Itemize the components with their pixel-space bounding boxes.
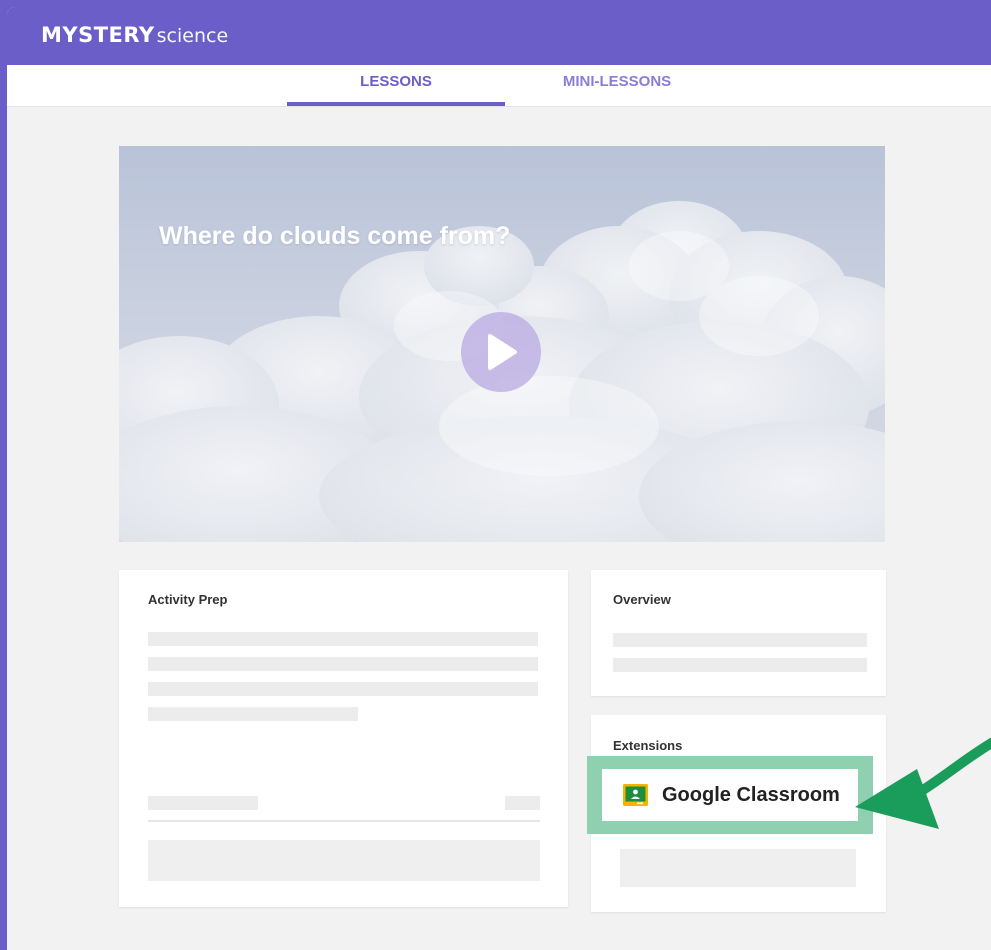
placeholder-button[interactable] — [620, 849, 856, 887]
placeholder-line — [148, 682, 538, 696]
google-classroom-highlight: Google Classroom — [587, 756, 873, 834]
app-window: MYSTERY science LESSONS MINI-LESSONS Whe… — [7, 7, 991, 950]
play-icon — [488, 334, 517, 370]
extensions-title: Extensions — [613, 738, 683, 753]
logo-science: science — [156, 25, 229, 47]
google-classroom-button[interactable]: Google Classroom — [602, 769, 858, 821]
placeholder-line — [613, 633, 867, 647]
tab-bar: LESSONS MINI-LESSONS — [7, 65, 991, 107]
logo[interactable]: MYSTERY science — [41, 23, 228, 47]
divider — [148, 820, 540, 822]
placeholder-line — [148, 657, 538, 671]
lesson-video[interactable]: Where do clouds come from? — [119, 146, 885, 542]
tab-lessons[interactable]: LESSONS — [287, 65, 505, 107]
overview-card: Overview — [591, 570, 886, 696]
google-classroom-icon — [623, 784, 648, 806]
placeholder-line — [148, 632, 538, 646]
play-button[interactable] — [461, 312, 541, 392]
arrow-icon — [855, 737, 991, 829]
google-classroom-label: Google Classroom — [662, 783, 840, 806]
placeholder-button[interactable] — [148, 840, 540, 881]
activity-prep-card: Activity Prep — [119, 570, 568, 907]
top-bar: MYSTERY science — [7, 7, 991, 65]
placeholder-line — [613, 658, 867, 672]
placeholder-line — [148, 707, 358, 721]
overview-title: Overview — [613, 592, 671, 607]
logo-mystery: MYSTERY — [41, 23, 155, 47]
placeholder-line — [505, 796, 540, 810]
activity-prep-title: Activity Prep — [148, 592, 228, 607]
placeholder-line — [148, 796, 258, 810]
tab-mini-lessons[interactable]: MINI-LESSONS — [517, 65, 717, 107]
video-title: Where do clouds come from? — [159, 222, 511, 250]
